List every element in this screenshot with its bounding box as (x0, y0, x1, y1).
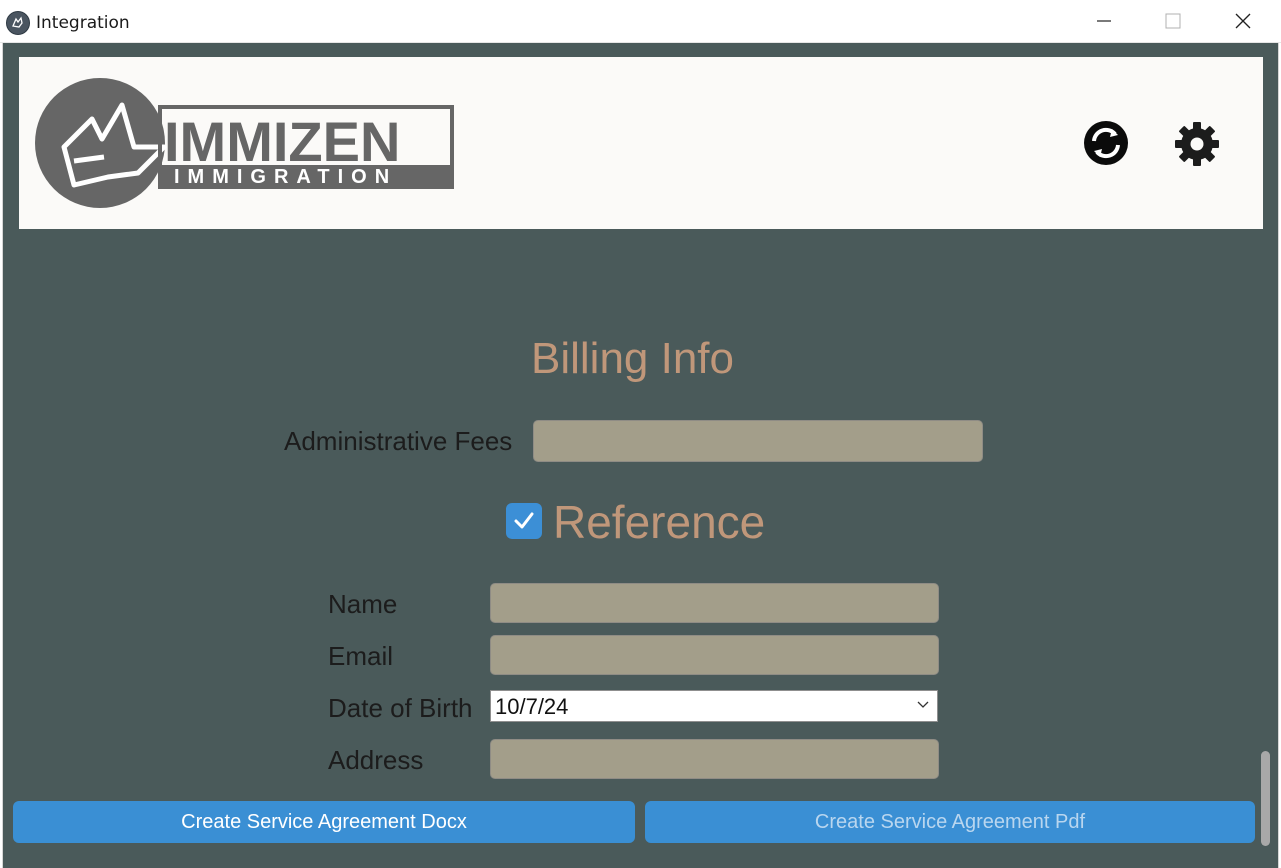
administrative-fees-input[interactable] (533, 420, 983, 462)
date-of-birth-picker[interactable]: 10/7/24 (490, 690, 938, 722)
reference-heading: Reference (553, 496, 766, 548)
maximize-button[interactable] (1139, 0, 1207, 42)
address-input[interactable] (490, 739, 939, 779)
email-input[interactable] (490, 635, 939, 675)
name-input[interactable] (490, 583, 939, 623)
window-title: Integration (36, 13, 130, 33)
administrative-fees-label: Administrative Fees (284, 426, 513, 456)
minimize-button[interactable] (1070, 0, 1138, 42)
reference-checkbox[interactable] (506, 503, 542, 539)
company-logo: IMMIZEN IMMIGRATION (34, 77, 454, 214)
settings-button[interactable] (1173, 120, 1221, 168)
gear-icon (1175, 122, 1219, 166)
minimize-icon (1097, 20, 1111, 22)
billing-info-heading: Billing Info (531, 334, 735, 383)
email-label: Email (328, 641, 394, 671)
create-pdf-button[interactable]: Create Service Agreement Pdf (645, 801, 1255, 843)
create-docx-button[interactable]: Create Service Agreement Docx (13, 801, 635, 843)
header-banner: IMMIZEN IMMIGRATION (19, 57, 1263, 229)
vertical-scrollbar[interactable] (1261, 751, 1270, 846)
window-content: IMMIZEN IMMIGRATION Billing Info Adminis… (2, 43, 1279, 868)
date-of-birth-value: 10/7/24 (495, 694, 569, 719)
close-button[interactable] (1209, 0, 1277, 42)
title-bar: Integration (0, 0, 1281, 43)
address-label: Address (328, 745, 424, 775)
close-icon (1235, 13, 1251, 29)
name-label: Name (328, 589, 398, 619)
maximize-icon (1165, 13, 1181, 29)
app-icon (6, 11, 30, 35)
checkmark-icon (514, 512, 534, 529)
sync-button[interactable] (1083, 120, 1129, 166)
logo-subtitle: IMMIGRATION (174, 166, 397, 188)
logo-wordmark: IMMIZEN (164, 110, 400, 173)
chevron-down-icon (917, 701, 929, 708)
sync-icon (1084, 121, 1128, 165)
date-of-birth-label: Date of Birth (328, 693, 473, 723)
